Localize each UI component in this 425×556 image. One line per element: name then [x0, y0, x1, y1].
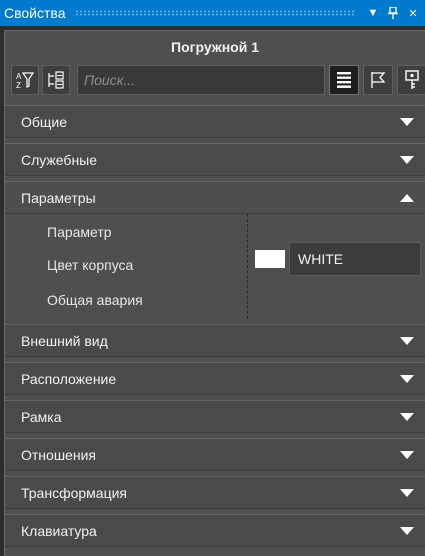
chevron-down-icon	[400, 155, 414, 164]
body-color-value[interactable]: WHITE	[289, 242, 421, 276]
svg-text:A: A	[16, 72, 22, 81]
chevron-up-icon	[400, 193, 414, 202]
chevron-down-icon	[400, 374, 414, 383]
section-parameters[interactable]: Параметры	[5, 181, 425, 214]
flag-button[interactable]	[363, 65, 393, 95]
close-icon[interactable]: ✕	[405, 3, 421, 23]
section-label: Рамка	[21, 408, 62, 425]
pin-icon[interactable]	[385, 3, 401, 23]
toolbar: A Z	[5, 63, 425, 99]
svg-text:Z: Z	[16, 81, 21, 90]
section-label: Общие	[21, 113, 68, 130]
chevron-down-icon	[400, 336, 414, 345]
section-frame[interactable]: Рамка	[5, 400, 425, 433]
section-label: Клавиатура	[21, 522, 97, 539]
collapse-tree-button[interactable]	[42, 65, 70, 95]
panel-title: Свойства	[4, 5, 66, 21]
panel-titlebar: Свойства ▼ ✕	[0, 0, 425, 26]
parameters-grid: Параметр Цвет корпуса Общая авария WHITE	[5, 214, 425, 319]
chevron-down-icon	[400, 412, 414, 421]
section-label: Отношения	[21, 446, 96, 463]
chevron-down-icon	[400, 526, 414, 535]
section-keyboard[interactable]: Клавиатура	[5, 514, 425, 547]
drag-grip[interactable]	[75, 10, 355, 16]
section-service[interactable]: Служебные	[5, 143, 425, 176]
list-view-icon	[337, 72, 351, 88]
column-divider[interactable]	[247, 214, 248, 319]
list-view-button[interactable]	[329, 65, 359, 95]
filter-sort-icon: A Z	[16, 72, 35, 90]
color-swatch[interactable]	[255, 250, 285, 268]
filter-sort-button[interactable]: A Z	[11, 65, 39, 95]
section-general[interactable]: Общие	[5, 105, 425, 138]
properties-panel: Погружной 1 A Z Поиск... Общие Служебные…	[4, 30, 425, 556]
section-appearance[interactable]: Внешний вид	[5, 324, 425, 357]
section-location[interactable]: Расположение	[5, 362, 425, 395]
section-label: Параметры	[21, 189, 96, 206]
tree-collapse-icon	[48, 71, 64, 89]
chevron-down-icon	[400, 117, 414, 126]
section-label: Трансформация	[21, 484, 127, 501]
chevron-down-icon	[400, 488, 414, 497]
object-title: Погружной 1	[171, 39, 259, 55]
section-relations[interactable]: Отношения	[5, 438, 425, 471]
body-color-label: Цвет корпуса	[47, 257, 134, 273]
alarm-label: Общая авария	[47, 292, 143, 308]
section-transformation[interactable]: Трансформация	[5, 476, 425, 509]
key-icon	[405, 70, 419, 89]
property-sections: Общие Служебные Параметры Параметр Цвет …	[5, 103, 425, 547]
key-button[interactable]	[397, 65, 425, 95]
section-label: Расположение	[21, 370, 117, 387]
param-label: Параметр	[47, 224, 112, 240]
section-label: Внешний вид	[21, 332, 108, 349]
dropdown-icon[interactable]: ▼	[365, 3, 381, 23]
section-label: Служебные	[21, 151, 98, 168]
pin-icon-svg	[388, 7, 398, 19]
search-input[interactable]	[77, 65, 325, 95]
flag-icon	[371, 72, 386, 88]
chevron-down-icon	[400, 450, 414, 459]
